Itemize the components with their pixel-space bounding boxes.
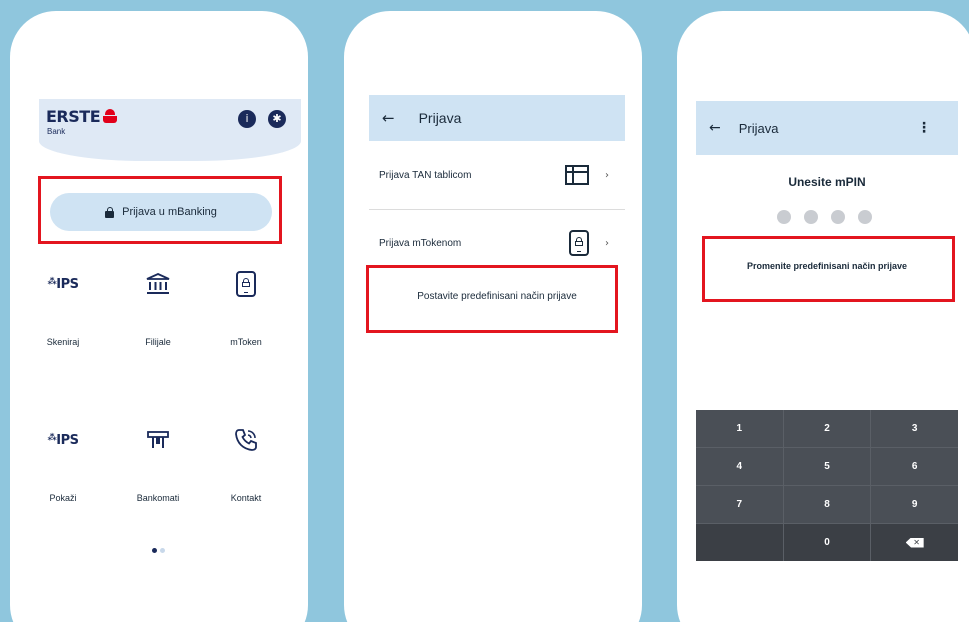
ips-scan-icon[interactable]: ⁂IPS xyxy=(48,269,79,299)
backspace-icon: ✕ xyxy=(905,537,924,548)
key-4[interactable]: 4 xyxy=(696,448,783,485)
tan-table-icon xyxy=(565,165,589,185)
highlight-box xyxy=(702,236,955,302)
tile-label-kontakt: Kontakt xyxy=(230,493,262,503)
info-icon[interactable]: i xyxy=(238,110,256,128)
key-2[interactable]: 2 xyxy=(783,410,871,447)
page-title: Prijava xyxy=(418,110,462,126)
settings-icon[interactable]: ✱ xyxy=(268,110,286,128)
mtoken-icon[interactable] xyxy=(231,269,261,299)
tile-label-mtoken: mToken xyxy=(230,337,262,347)
divider xyxy=(369,209,625,210)
tile-label-bankomati: Bankomati xyxy=(136,493,180,503)
tile-label-pokazi: Pokaži xyxy=(49,493,77,503)
pin-dot xyxy=(777,210,791,224)
key-5[interactable]: 5 xyxy=(783,448,871,485)
phone-screen-pin: ← Prijava ⋮ Unesite mPIN Promenite prede… xyxy=(677,11,969,622)
app-bar: ← Prijava xyxy=(369,95,625,141)
highlight-box xyxy=(38,176,282,244)
key-6[interactable]: 6 xyxy=(871,448,958,485)
phone-screen-home: ERSTE Bank i ✱ Prijava u mBanking ⁂IPS S… xyxy=(10,11,308,622)
option-label: Prijava TAN tablicom xyxy=(379,169,472,181)
key-7[interactable]: 7 xyxy=(696,486,783,523)
page-dot-active xyxy=(152,548,157,553)
atm-icon[interactable] xyxy=(143,425,173,455)
page-title: Prijava xyxy=(738,120,779,136)
phone-call-icon[interactable] xyxy=(231,425,261,455)
numeric-keypad: 1 2 3 4 5 6 7 8 9 0 ✕ xyxy=(696,410,958,561)
pin-dot xyxy=(831,210,845,224)
option-mtoken[interactable]: Prijava mTokenom › xyxy=(369,223,625,263)
app-header: ERSTE Bank i ✱ xyxy=(39,99,301,161)
back-arrow-icon[interactable]: ← xyxy=(382,109,395,127)
phone-screen-login-options: ← Prijava Prijava TAN tablicom › Prijava… xyxy=(344,11,642,622)
page-dot xyxy=(160,548,165,553)
app-bar: ← Prijava ⋮ xyxy=(696,101,958,155)
option-tan-table[interactable]: Prijava TAN tablicom › xyxy=(369,155,625,195)
highlight-box xyxy=(366,265,618,333)
pin-dot xyxy=(858,210,872,224)
pin-dots xyxy=(777,210,872,224)
ips-show-icon[interactable]: ⁂IPS xyxy=(48,425,79,455)
backspace-key[interactable]: ✕ xyxy=(871,524,958,561)
mtoken-icon xyxy=(569,230,589,256)
chevron-right-icon: › xyxy=(605,237,609,249)
erste-logo: ERSTE xyxy=(46,107,118,126)
key-empty xyxy=(696,524,783,561)
key-9[interactable]: 9 xyxy=(871,486,958,523)
erste-s-icon xyxy=(103,109,118,123)
key-3[interactable]: 3 xyxy=(871,410,958,447)
key-0[interactable]: 0 xyxy=(783,524,871,561)
back-arrow-icon[interactable]: ← xyxy=(709,120,721,136)
key-8[interactable]: 8 xyxy=(783,486,871,523)
logo-subtitle: Bank xyxy=(47,127,66,136)
chevron-right-icon: › xyxy=(605,169,609,181)
tile-label-filijale: Filijale xyxy=(145,337,171,347)
tile-label-skeniraj: Skeniraj xyxy=(46,337,80,347)
more-menu-icon[interactable]: ⋮ xyxy=(917,120,931,136)
option-label: Prijava mTokenom xyxy=(379,237,462,249)
bank-building-icon[interactable] xyxy=(143,269,173,299)
pin-prompt: Unesite mPIN xyxy=(788,175,866,189)
pin-dot xyxy=(804,210,818,224)
page-indicator xyxy=(152,548,165,553)
key-1[interactable]: 1 xyxy=(696,410,783,447)
